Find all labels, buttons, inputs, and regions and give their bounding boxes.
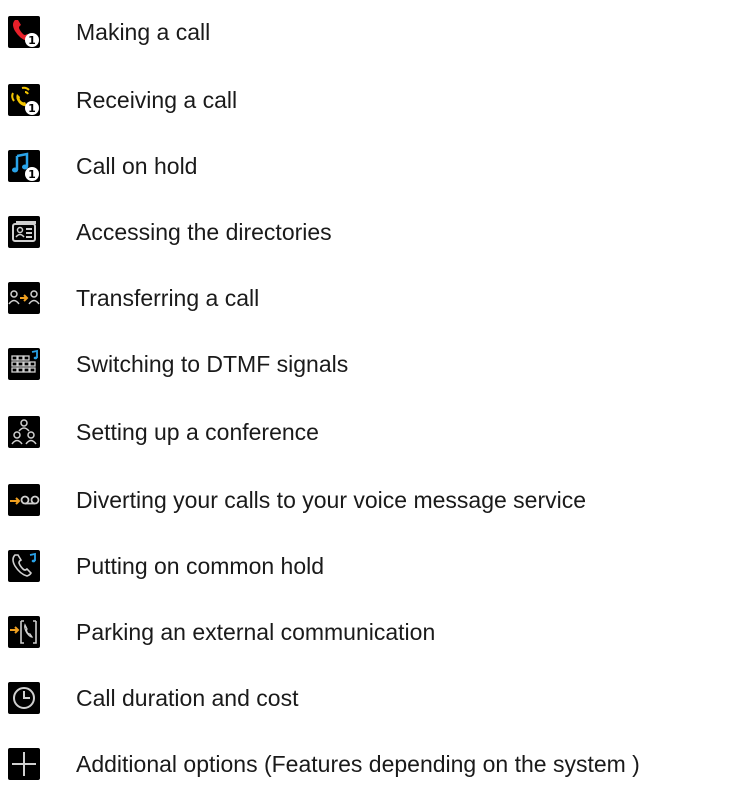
feature-label: Switching to DTMF signals bbox=[76, 351, 349, 377]
list-item: 1 Making a call bbox=[0, 14, 731, 54]
feature-label: Transferring a call bbox=[76, 285, 260, 311]
feature-label: Receiving a call bbox=[76, 87, 238, 113]
feature-label: Diverting your calls to your voice messa… bbox=[76, 487, 587, 513]
list-item: 1 Receiving a call bbox=[0, 82, 731, 122]
feature-label: Putting on common hold bbox=[76, 553, 325, 579]
handset-music-hold-icon bbox=[8, 550, 40, 582]
svg-text:1: 1 bbox=[28, 34, 36, 47]
feature-label: Making a call bbox=[76, 19, 211, 45]
list-item: 1 Call on hold bbox=[0, 148, 731, 188]
feature-label: Setting up a conference bbox=[76, 419, 319, 445]
list-item: Switching to DTMF signals bbox=[0, 346, 731, 386]
red-handset-line1-icon: 1 bbox=[8, 16, 40, 48]
feature-label: Parking an external communication bbox=[76, 619, 436, 645]
list-item: Parking an external communication bbox=[0, 614, 731, 654]
plus-icon bbox=[8, 748, 40, 780]
list-item: Accessing the directories bbox=[0, 214, 731, 254]
svg-text:1: 1 bbox=[28, 168, 36, 181]
directory-card-icon bbox=[8, 216, 40, 248]
conference-persons-icon bbox=[8, 416, 40, 448]
list-item: Additional options (Features depending o… bbox=[0, 746, 731, 786]
list-item: Setting up a conference bbox=[0, 414, 731, 454]
svg-text:1: 1 bbox=[28, 102, 36, 115]
list-item: Transferring a call bbox=[0, 280, 731, 320]
music-note-line1-icon: 1 bbox=[8, 150, 40, 182]
ringing-handset-line1-icon: 1 bbox=[8, 84, 40, 116]
feature-label: Additional options (Features depending o… bbox=[76, 751, 640, 777]
voicemail-divert-icon bbox=[8, 484, 40, 516]
clock-icon bbox=[8, 682, 40, 714]
feature-label: Call duration and cost bbox=[76, 685, 299, 711]
list-item: Putting on common hold bbox=[0, 548, 731, 588]
feature-label: Call on hold bbox=[76, 153, 198, 179]
dtmf-keypad-icon bbox=[8, 348, 40, 380]
feature-label: Accessing the directories bbox=[76, 219, 332, 245]
list-item: Call duration and cost bbox=[0, 680, 731, 720]
list-item: Diverting your calls to your voice messa… bbox=[0, 482, 731, 522]
park-call-icon bbox=[8, 616, 40, 648]
transfer-persons-icon bbox=[8, 282, 40, 314]
